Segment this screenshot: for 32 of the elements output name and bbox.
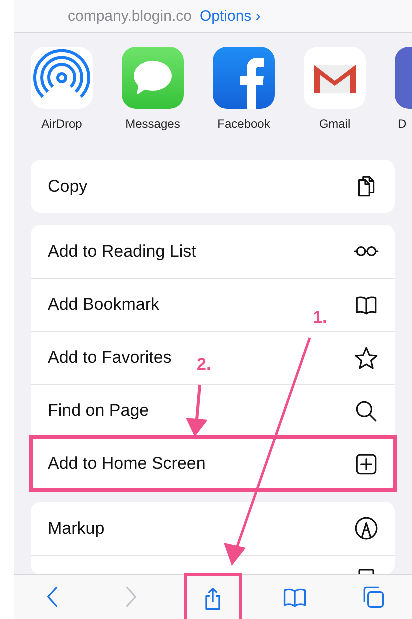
star-icon — [354, 346, 379, 370]
share-button[interactable] — [187, 576, 239, 619]
action-row[interactable]: Add to Favorites 2. — [31, 331, 395, 384]
annotation-arrow — [186, 384, 208, 437]
step-number: 2. — [197, 355, 212, 375]
action-label: Markup — [48, 518, 105, 538]
options-link[interactable]: Options › — [200, 8, 261, 24]
action-label: Copy — [48, 176, 88, 196]
search-icon — [354, 398, 379, 424]
step-number: 1. — [313, 308, 328, 328]
airdrop-icon[interactable] — [31, 47, 93, 109]
action-label: Add to Home Screen — [48, 454, 206, 474]
messages-icon[interactable] — [122, 47, 184, 109]
action-row[interactable]: Markup — [31, 502, 395, 555]
pen-circle-icon — [354, 516, 379, 541]
action-label: Add to Favorites — [48, 348, 172, 368]
app-label: Gmail — [319, 117, 351, 131]
add-square-icon — [354, 452, 379, 476]
action-row[interactable]: Add to Home Screen — [31, 437, 395, 490]
gmail-icon[interactable] — [304, 47, 366, 109]
app-label: AirDrop — [42, 117, 82, 131]
app-label: D — [397, 117, 407, 131]
action-label: Add to Reading List — [48, 242, 196, 262]
app-label: Facebook — [218, 117, 270, 131]
facebook-icon[interactable] — [213, 47, 275, 109]
action-row[interactable]: Add to Reading List — [31, 225, 395, 278]
action-label: Add Bookmark — [48, 295, 160, 315]
action-row[interactable]: Copy — [31, 160, 395, 213]
action-row[interactable]: Add Bookmark 1. — [31, 278, 395, 331]
app-label: Messages — [126, 117, 180, 131]
action-label: Find on Page — [48, 401, 150, 421]
page-url: company.blogin.co — [68, 8, 192, 24]
